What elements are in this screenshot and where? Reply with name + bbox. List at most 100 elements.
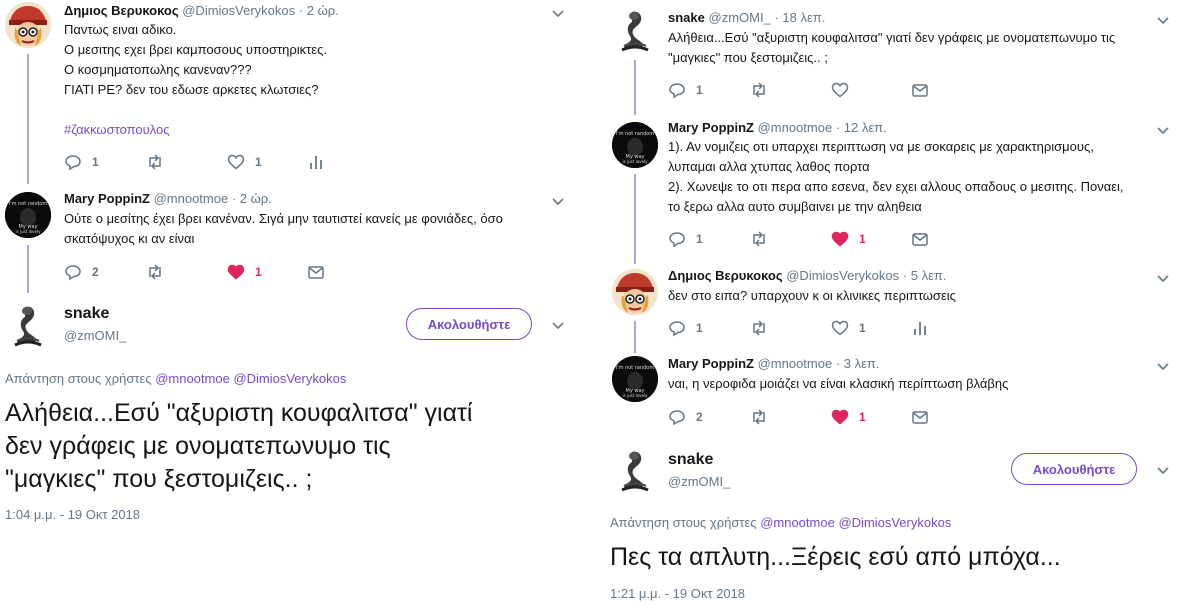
left-conversation-panel: Δημιος Βερυκοκος @DimiosVerykokos · 2 ώρ… bbox=[0, 0, 580, 605]
avatar-mary[interactable]: I'm not random My way is just lovely bbox=[612, 356, 658, 402]
follow-button[interactable]: Ακολουθήστε bbox=[1011, 453, 1137, 485]
tweet-timestamp[interactable]: 1:21 μ.μ. - 19 Οκτ 2018 bbox=[610, 586, 745, 601]
retweet-button[interactable] bbox=[146, 262, 164, 282]
avatar-snake[interactable] bbox=[612, 8, 658, 54]
thread-line bbox=[634, 174, 636, 264]
retweet-icon bbox=[753, 231, 765, 247]
message-button[interactable] bbox=[911, 229, 929, 249]
heart-icon bbox=[831, 409, 849, 425]
analytics-button[interactable] bbox=[911, 318, 929, 338]
retweet-button[interactable] bbox=[750, 229, 768, 249]
chevron-down-icon[interactable] bbox=[1155, 122, 1171, 138]
tweet-time[interactable]: 3 λεπ. bbox=[844, 356, 880, 371]
display-name[interactable]: Δημιος Βερυκοκος bbox=[64, 3, 179, 18]
tweet-mary[interactable]: I'm not random My way is just lovely Mar… bbox=[604, 110, 1184, 264]
like-button[interactable]: 1 bbox=[831, 407, 866, 427]
user-handle[interactable]: @mnootmoe bbox=[154, 191, 229, 206]
chevron-down-icon[interactable] bbox=[550, 193, 566, 209]
chevron-down-icon[interactable] bbox=[1155, 462, 1171, 478]
tweet-text: Αλήθεια...Εσύ "αξυριστη κουφαλιτσα" γιατ… bbox=[668, 30, 1116, 65]
tweet-time[interactable]: 5 λεπ. bbox=[911, 268, 947, 283]
tweet-dimios[interactable]: Δημιος Βερυκοκος @DimiosVerykokos · 5 λε… bbox=[604, 260, 1184, 353]
tweet-snake[interactable]: snake @zmOMI_ · 18 λεπ. Αλήθεια...Εσύ "α… bbox=[604, 0, 1184, 115]
reply-button[interactable]: 2 bbox=[64, 262, 99, 282]
chevron-down-icon[interactable] bbox=[1155, 358, 1171, 374]
tweet-time[interactable]: 2 ώρ. bbox=[307, 3, 339, 18]
mention-link[interactable]: @DimiosVerykokos bbox=[233, 371, 346, 386]
chevron-down-icon[interactable] bbox=[1155, 12, 1171, 28]
avatar-mary[interactable]: I'm not random My way is just lovely bbox=[612, 122, 658, 168]
avatar-dimios[interactable] bbox=[5, 2, 51, 48]
user-handle[interactable]: @zmOMI_ bbox=[709, 10, 771, 25]
display-name[interactable]: Mary PoppinZ bbox=[668, 356, 754, 371]
tweet-text: Ούτε ο μεσίτης έχει βρει κανέναν. Σιγά μ… bbox=[64, 211, 503, 246]
avatar-dimios[interactable] bbox=[612, 269, 658, 315]
tweet-mary[interactable]: I'm not random My way is just lovely Mar… bbox=[604, 350, 1184, 440]
message-button[interactable] bbox=[911, 80, 929, 100]
tweet-time[interactable]: 2 ώρ. bbox=[240, 191, 272, 206]
chevron-down-icon[interactable] bbox=[550, 5, 566, 21]
tweet-dimios[interactable]: Δημιος Βερυκοκος @DimiosVerykokos · 2 ώρ… bbox=[0, 0, 580, 184]
display-name[interactable]: Mary PoppinZ bbox=[64, 191, 150, 206]
tweet-text: Παντως ειναι αδικο. Ο μεσιτης εχει βρει … bbox=[64, 20, 327, 140]
tweet-actions: 2 1 bbox=[668, 407, 968, 427]
mention-link[interactable]: @DimiosVerykokos bbox=[838, 515, 951, 530]
like-count: 1 bbox=[255, 265, 262, 279]
tweet-time[interactable]: 18 λεπ. bbox=[782, 10, 825, 25]
follow-button[interactable]: Ακολουθήστε bbox=[406, 308, 532, 340]
reply-button[interactable]: 1 bbox=[668, 229, 703, 249]
hashtag-link[interactable]: #ζακκωστοπουλος bbox=[64, 120, 327, 140]
heart-icon bbox=[227, 154, 245, 170]
tweet-timestamp[interactable]: 1:04 μ.μ. - 19 Οκτ 2018 bbox=[5, 507, 140, 522]
reply-button[interactable]: 1 bbox=[64, 152, 99, 172]
retweet-button[interactable] bbox=[146, 152, 164, 172]
main-tweet: snake @zmOMI_ Ακολουθήστε Απάντηση στους… bbox=[604, 440, 1184, 605]
heart-icon bbox=[831, 320, 849, 336]
chevron-down-icon[interactable] bbox=[1155, 270, 1171, 286]
message-button[interactable] bbox=[911, 407, 929, 427]
tweet-time[interactable]: 12 λεπ. bbox=[844, 120, 887, 135]
main-display-name[interactable]: snake bbox=[668, 451, 713, 469]
right-conversation-panel: snake @zmOMI_ · 18 λεπ. Αλήθεια...Εσύ "α… bbox=[604, 0, 1184, 605]
message-button[interactable] bbox=[307, 262, 325, 282]
like-count: 1 bbox=[255, 155, 262, 169]
main-display-name[interactable]: snake bbox=[64, 305, 109, 323]
envelope-icon bbox=[912, 84, 928, 97]
main-user-handle[interactable]: @zmOMI_ bbox=[668, 474, 730, 489]
svg-text:I'm not random: I'm not random bbox=[616, 365, 655, 371]
thread-line bbox=[634, 60, 636, 115]
display-name[interactable]: Δημιος Βερυκοκος bbox=[668, 268, 783, 283]
like-button[interactable]: 1 bbox=[831, 318, 866, 338]
chevron-down-icon[interactable] bbox=[550, 317, 566, 333]
retweet-button[interactable] bbox=[750, 318, 768, 338]
tweet-text: δεν στο ειπα? υπαρχουν κ οι κλινικες περ… bbox=[668, 288, 956, 303]
display-name[interactable]: snake bbox=[668, 10, 705, 25]
user-handle[interactable]: @mnootmoe bbox=[758, 356, 833, 371]
avatar-snake[interactable] bbox=[5, 303, 51, 349]
reply-count: 1 bbox=[696, 83, 703, 97]
avatar-snake[interactable] bbox=[612, 448, 658, 494]
reply-button[interactable]: 1 bbox=[668, 80, 703, 100]
user-handle[interactable]: @DimiosVerykokos bbox=[786, 268, 899, 283]
display-name[interactable]: Mary PoppinZ bbox=[668, 120, 754, 135]
like-button[interactable] bbox=[831, 80, 849, 100]
heart-icon bbox=[227, 264, 245, 280]
main-user-handle[interactable]: @zmOMI_ bbox=[64, 328, 126, 343]
user-handle[interactable]: @mnootmoe bbox=[758, 120, 833, 135]
like-button[interactable]: 1 bbox=[227, 262, 262, 282]
like-count: 1 bbox=[859, 321, 866, 335]
mention-link[interactable]: @mnootmoe bbox=[760, 515, 835, 530]
like-button[interactable]: 1 bbox=[227, 152, 262, 172]
user-handle[interactable]: @DimiosVerykokos bbox=[182, 3, 295, 18]
retweet-button[interactable] bbox=[750, 407, 768, 427]
avatar-mary[interactable]: I'm not random My way is just lovely bbox=[5, 192, 51, 238]
analytics-button[interactable] bbox=[307, 152, 325, 172]
reply-button[interactable]: 2 bbox=[668, 407, 703, 427]
tweet-mary[interactable]: I'm not random My way is just lovely Mar… bbox=[0, 185, 580, 293]
reply-to-line: Απάντηση στους χρήστες @mnootmoe @Dimios… bbox=[610, 515, 952, 530]
retweet-button[interactable] bbox=[750, 80, 768, 100]
reply-button[interactable]: 1 bbox=[668, 318, 703, 338]
mention-link[interactable]: @mnootmoe bbox=[155, 371, 230, 386]
like-button[interactable]: 1 bbox=[831, 229, 866, 249]
reply-icon bbox=[669, 232, 685, 248]
